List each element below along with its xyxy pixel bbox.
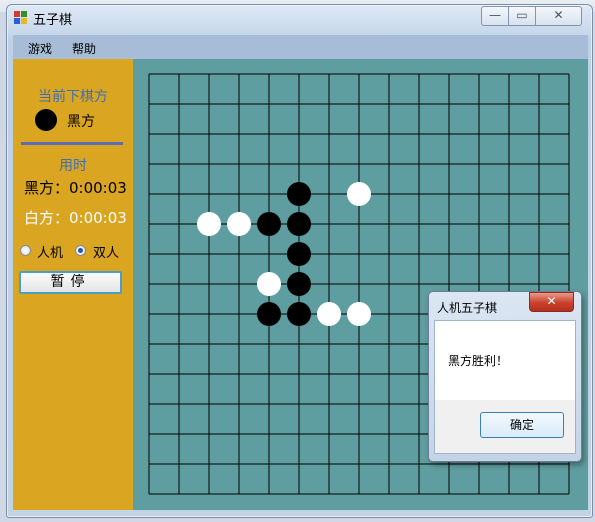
white-stone [347, 302, 371, 326]
dialog-close-button[interactable]: ✕ [529, 292, 574, 312]
black-stone [287, 182, 311, 206]
white-stone [347, 182, 371, 206]
current-stone-icon [35, 109, 57, 131]
mode-ai-radio[interactable] [20, 245, 31, 256]
minimize-icon: — [489, 8, 501, 22]
current-player-label: 当前下棋方 [38, 89, 108, 105]
current-player-name: 黑方 [67, 114, 95, 130]
black-stone [287, 242, 311, 266]
dialog-message: 黑方胜利！ [448, 354, 509, 368]
black-stone [287, 212, 311, 236]
dialog-body: 黑方胜利！ 确定 [434, 320, 576, 454]
black-stone [257, 212, 281, 236]
minimize-button[interactable]: — [481, 6, 509, 26]
black-stone [287, 272, 311, 296]
menu-game[interactable]: 游戏 [28, 40, 52, 57]
close-icon: ✕ [553, 8, 564, 22]
white-stone [317, 302, 341, 326]
close-icon: ✕ [546, 294, 557, 308]
mode-two-player-label[interactable]: 双人 [93, 242, 119, 261]
title-bar[interactable]: 五子棋 — ▭ ✕ [7, 5, 592, 29]
white-stone [197, 212, 221, 236]
mode-two-player-radio[interactable] [75, 245, 86, 256]
black-stone [257, 302, 281, 326]
time-label: 用时 [59, 158, 87, 174]
side-panel: 当前下棋方 黑方 用时 黑方：0:00:03 白方：0:00:03 人机 双人 … [13, 59, 133, 510]
black-stone [287, 302, 311, 326]
ok-button[interactable]: 确定 [480, 412, 564, 438]
maximize-icon: ▭ [516, 8, 528, 22]
menu-bar: 游戏 帮助 [13, 35, 588, 59]
window-title: 五子棋 [33, 13, 73, 28]
menu-help[interactable]: 帮助 [72, 40, 96, 57]
black-time: 黑方：0:00:03 [24, 179, 127, 197]
white-stone [227, 212, 251, 236]
mode-ai-label[interactable]: 人机 [37, 242, 63, 261]
pause-button[interactable]: 暂停 [19, 271, 122, 294]
app-icon [14, 11, 28, 25]
divider [21, 142, 123, 145]
maximize-button[interactable]: ▭ [508, 6, 536, 26]
result-dialog: 人机五子棋 ✕ 黑方胜利！ 确定 [428, 291, 582, 462]
dialog-message-area: 黑方胜利！ [435, 321, 575, 400]
white-stone [257, 272, 281, 296]
white-time: 白方：0:00:03 [24, 209, 127, 227]
close-button[interactable]: ✕ [535, 6, 582, 26]
dialog-title: 人机五子棋 [437, 301, 498, 315]
